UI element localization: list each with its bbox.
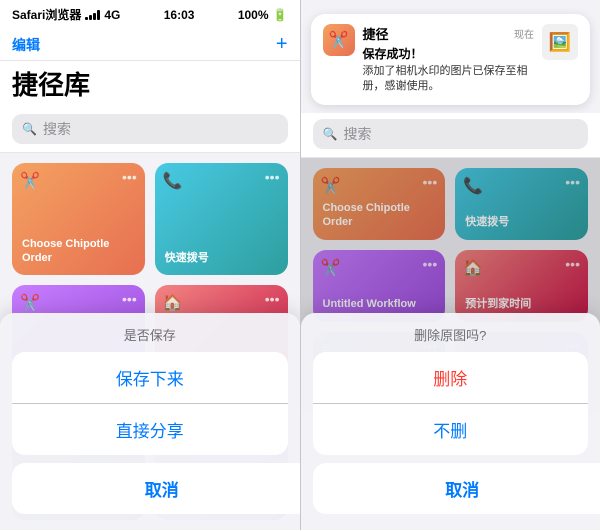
right-panel: ✂️ 捷径 现在 保存成功！ 添加了相机水印的图片已保存至相册，感谢使用。 🖼️ <box>301 0 600 530</box>
right-panel-content: ✂️ 捷径 现在 保存成功！ 添加了相机水印的图片已保存至相册，感谢使用。 🖼️ <box>301 0 600 530</box>
status-bar-left: Safari浏览器 4G 16:03 100% 🔋 <box>0 0 300 27</box>
card-more-icon[interactable]: ••• <box>265 291 280 307</box>
network-type: 4G <box>104 8 120 22</box>
notif-time: 现在 <box>514 26 534 41</box>
card-choose-chipotle-right[interactable]: ✂️ ••• Choose Chipotle Order <box>313 168 446 240</box>
notif-content: 捷径 现在 保存成功！ 添加了相机水印的图片已保存至相册，感谢使用。 <box>363 24 535 95</box>
clock: 16:03 <box>164 8 195 22</box>
status-left: Safari浏览器 4G <box>12 6 120 23</box>
card-quick-dial-left[interactable]: 📞 ••• 快速拨号 <box>155 163 288 275</box>
thumb-icon: 🖼️ <box>549 32 571 53</box>
card-label: Choose Chipotle Order <box>323 201 436 230</box>
card-eta-home-right[interactable]: 🏠 ••• 预计到家时间 <box>455 250 588 322</box>
action-group-right: 删除 不删 <box>313 352 589 455</box>
action-sheet-right: 删除原图吗? 删除 不删 取消 <box>301 313 600 530</box>
notif-app-icon: ✂️ <box>323 24 355 56</box>
card-label: 预计到家时间 <box>465 297 578 311</box>
notification-banner: ✂️ 捷径 现在 保存成功！ 添加了相机水印的图片已保存至相册，感谢使用。 🖼️ <box>311 14 591 105</box>
card-icon: 📞 <box>163 171 183 191</box>
notif-icon-symbol: ✂️ <box>329 30 349 50</box>
card-more-icon[interactable]: ••• <box>423 174 438 190</box>
action-group-left: 保存下来 直接分享 <box>12 352 288 455</box>
card-label: 快速拨号 <box>165 251 278 265</box>
delete-button[interactable]: 删除 <box>313 352 589 403</box>
share-button[interactable]: 直接分享 <box>12 404 288 455</box>
card-more-icon[interactable]: ••• <box>423 256 438 272</box>
notif-app-name: 捷径 <box>363 24 389 43</box>
add-shortcut-button[interactable]: + <box>276 33 288 56</box>
save-button[interactable]: 保存下来 <box>12 352 288 403</box>
card-icon: 🏠 <box>163 293 183 313</box>
carrier-label: Safari浏览器 <box>12 6 81 23</box>
keep-button[interactable]: 不删 <box>313 404 589 455</box>
left-panel: Safari浏览器 4G 16:03 100% 🔋 编辑 + 捷径库 🔍 搜索 … <box>0 0 300 530</box>
card-icon: ✂️ <box>20 171 40 191</box>
edit-button[interactable]: 编辑 <box>12 35 40 55</box>
card-icon: ✂️ <box>20 293 40 313</box>
library-title: 捷径库 <box>0 61 300 108</box>
action-sheet-left: 是否保存 保存下来 直接分享 取消 <box>0 313 300 530</box>
battery-icon: 🔋 <box>273 8 288 22</box>
card-choose-chipotle-left[interactable]: ✂️ ••• Choose Chipotle Order <box>12 163 145 275</box>
card-quick-dial-right[interactable]: 📞 ••• 快速拨号 <box>455 168 588 240</box>
card-more-icon[interactable]: ••• <box>565 174 580 190</box>
card-more-icon[interactable]: ••• <box>565 256 580 272</box>
action-sheet-title-right: 删除原图吗? <box>301 321 600 352</box>
top-bar-left: 编辑 + <box>0 27 300 61</box>
card-untitled-workflow-right[interactable]: ✂️ ••• Untitled Workflow <box>313 250 446 322</box>
card-label: Untitled Workflow <box>323 297 436 311</box>
battery-label: 100% <box>238 8 269 22</box>
notif-thumbnail: 🖼️ <box>542 24 578 60</box>
card-icon: 🏠 <box>463 258 483 278</box>
card-more-icon[interactable]: ••• <box>122 291 137 307</box>
card-icon: ✂️ <box>321 176 341 196</box>
search-icon-right: 🔍 <box>323 127 338 141</box>
search-bar-left[interactable]: 🔍 搜索 <box>0 108 300 153</box>
card-icon: 📞 <box>463 176 483 196</box>
cancel-button-right[interactable]: 取消 <box>313 463 600 514</box>
card-more-icon[interactable]: ••• <box>122 169 137 185</box>
signal-icon <box>85 10 100 20</box>
card-label: 快速拨号 <box>465 215 578 229</box>
search-icon: 🔍 <box>22 122 37 136</box>
status-right: 100% 🔋 <box>238 8 288 22</box>
notif-title: 保存成功！ <box>363 45 535 62</box>
card-label: Choose Chipotle Order <box>22 237 135 266</box>
card-icon: ✂️ <box>321 258 341 278</box>
search-placeholder: 搜索 <box>43 119 71 139</box>
cancel-button-left[interactable]: 取消 <box>12 463 300 514</box>
search-placeholder-right: 搜索 <box>343 124 371 144</box>
notif-body: 添加了相机水印的图片已保存至相册，感谢使用。 <box>363 64 535 95</box>
action-sheet-title-left: 是否保存 <box>0 321 300 352</box>
search-bar-right[interactable]: 🔍 搜索 <box>301 113 600 158</box>
card-more-icon[interactable]: ••• <box>265 169 280 185</box>
